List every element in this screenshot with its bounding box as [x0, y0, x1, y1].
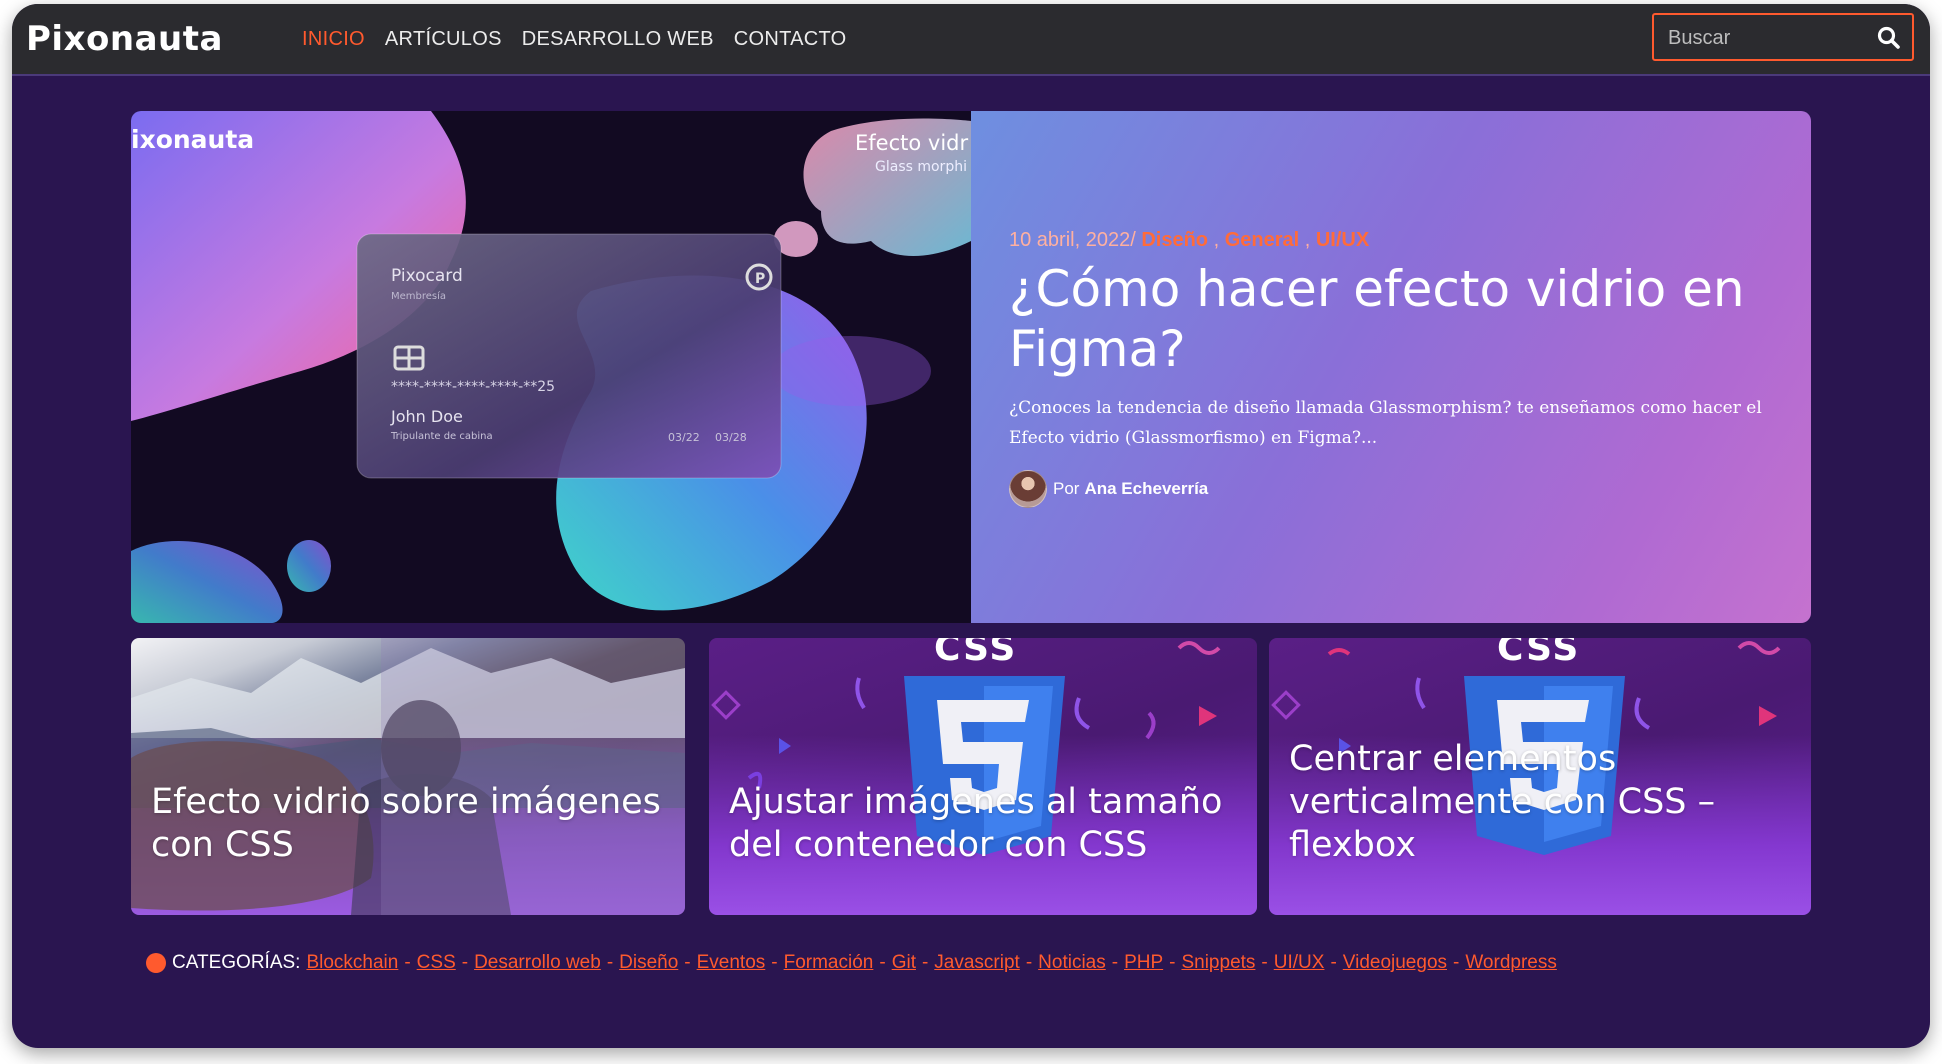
search-box: [1652, 13, 1914, 61]
category-link-blockchain[interactable]: Blockchain: [306, 952, 398, 974]
post-date: 10 abril, 2022/: [1009, 229, 1136, 251]
post-card-title[interactable]: Centrar elementos verticalmente con CSS …: [1289, 738, 1791, 867]
card-date-to: 03/28: [715, 431, 747, 444]
post-meta: 10 abril, 2022/ Diseño , General , UI/UX: [1009, 229, 1370, 251]
nav-item-contacto[interactable]: CONTACTO: [734, 28, 847, 51]
css3-badge-image: CSS: [711, 638, 1221, 855]
card-holder: John Doe: [391, 407, 463, 426]
post-excerpt: ¿Conoces la tendencia de diseño llamada …: [1009, 398, 1762, 448]
featured-post[interactable]: P ixonauta Efecto vidr Glass morphi Pixo…: [131, 111, 1811, 623]
category-link-git[interactable]: Git: [892, 952, 916, 974]
top-navbar: Pixonauta INICIO ARTÍCULOS DESARROLLO WE…: [12, 4, 1930, 76]
category-link-eventos[interactable]: Eventos: [697, 952, 766, 974]
category-link-noticias[interactable]: Noticias: [1038, 952, 1106, 974]
author-avatar: [1009, 470, 1047, 508]
card-brand: Pixocard: [391, 266, 463, 286]
post-card-image: [131, 638, 685, 915]
browser-page: Pixonauta INICIO ARTÍCULOS DESARROLLO WE…: [12, 4, 1930, 1048]
card-sub: Membresía: [391, 291, 447, 302]
author-name[interactable]: Ana Echeverría: [1084, 479, 1208, 499]
post-category-general[interactable]: General: [1225, 229, 1299, 251]
post-category-uiux[interactable]: UI/UX: [1316, 229, 1369, 251]
category-link-javascript[interactable]: Javascript: [934, 952, 1020, 974]
nav-item-desarrollo-web[interactable]: DESARROLLO WEB: [522, 28, 714, 51]
post-card-centrar-elementos[interactable]: CSS Centrar elementos verticalmente con …: [1269, 638, 1811, 915]
category-link-wordpress[interactable]: Wordpress: [1465, 952, 1557, 974]
featured-image[interactable]: P ixonauta Efecto vidr Glass morphi Pixo…: [131, 111, 971, 623]
image-banner-sub: Glass morphi: [875, 159, 967, 175]
category-link-videojuegos[interactable]: Videojuegos: [1343, 952, 1447, 974]
category-link-php[interactable]: PHP: [1124, 952, 1163, 974]
post-title[interactable]: ¿Cómo hacer efecto vidrio en Figma?: [1009, 259, 1769, 379]
card-number: ****-****-****-****-**25: [391, 379, 556, 395]
category-link-diseno[interactable]: Diseño: [619, 952, 678, 974]
post-card-title[interactable]: Ajustar imágenes al tamaño del contenedo…: [729, 781, 1237, 867]
category-link-css[interactable]: CSS: [417, 952, 456, 974]
category-link-desarrollo-web[interactable]: Desarrollo web: [474, 952, 601, 974]
card-role: Tripulante de cabina: [391, 431, 493, 442]
svg-text:CSS: CSS: [934, 638, 1017, 669]
search-input[interactable]: [1666, 15, 1870, 61]
post-card-ajustar-imagenes[interactable]: CSS Ajustar imágenes al tamaño del conte…: [709, 638, 1257, 915]
image-banner-title: Efecto vidr: [855, 131, 969, 155]
search-icon[interactable]: [1876, 25, 1902, 51]
main-menu: INICIO ARTÍCULOS DESARROLLO WEB CONTACTO: [302, 4, 847, 74]
categories-label: CATEGORÍAS:: [172, 952, 301, 973]
post-card-title[interactable]: Efecto vidrio sobre imágenes con CSS: [151, 781, 665, 867]
card-date-from: 03/22: [668, 431, 700, 444]
glassmorphism-illustration: P: [131, 111, 971, 623]
category-link-formacion[interactable]: Formación: [784, 952, 874, 974]
post-category-diseno[interactable]: Diseño: [1141, 229, 1208, 251]
image-brand-text: ixonauta: [131, 125, 255, 154]
featured-info-panel: 10 abril, 2022/ Diseño , General , UI/UX…: [971, 111, 1811, 623]
categories-dot-icon: [146, 953, 166, 973]
nav-item-inicio[interactable]: INICIO: [302, 28, 365, 51]
site-logo[interactable]: Pixonauta: [26, 18, 223, 60]
category-link-snippets[interactable]: Snippets: [1181, 952, 1255, 974]
author-prefix: Por: [1053, 479, 1080, 498]
categories-bar: CATEGORÍAS: Blockchain - CSS - Desarrollo …: [146, 948, 1557, 978]
svg-text:CSS: CSS: [1497, 638, 1580, 669]
category-link-uiux[interactable]: UI/UX: [1274, 952, 1325, 974]
svg-text:P: P: [755, 271, 765, 287]
post-card-efecto-vidrio[interactable]: Efecto vidrio sobre imágenes con CSS: [131, 638, 685, 915]
nav-item-articulos[interactable]: ARTÍCULOS: [385, 28, 502, 51]
post-author: Por Ana Echeverría: [1009, 469, 1208, 509]
